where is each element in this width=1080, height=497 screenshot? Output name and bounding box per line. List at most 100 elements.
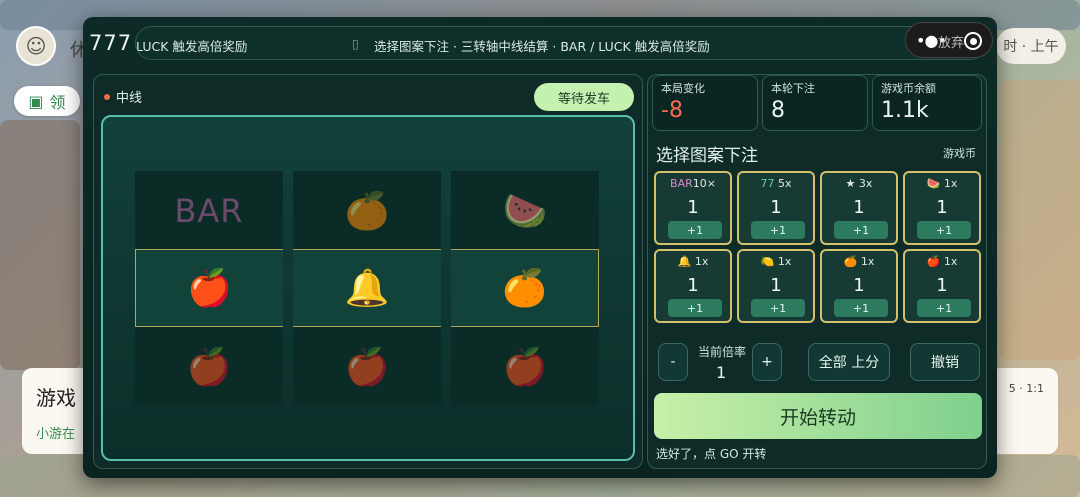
star-icon: ★ (845, 177, 856, 190)
add-bet-button[interactable]: +1 (834, 221, 888, 239)
bet-symbol: BAR10× (656, 177, 730, 190)
all-up-button[interactable]: 全部 上分 (808, 343, 890, 381)
bell-icon: 🔔 (293, 249, 441, 327)
bet-count: 1 (853, 275, 865, 296)
bar-symbol: BAR (135, 171, 283, 249)
bet-card-bar[interactable]: BAR10× 1 +1 (654, 171, 732, 245)
game-title: 777 (89, 31, 133, 55)
add-bet-button[interactable]: +1 (668, 221, 722, 239)
bet-card-orange[interactable]: 🍊 1x 1 +1 (820, 249, 898, 323)
bet-count: 1 (936, 197, 948, 218)
bet-multiplier: 1x (694, 255, 709, 268)
reels: BAR 🍎 🍎 🍊 🔔 🍎 🍉 🍊 🍎 (135, 171, 603, 407)
bet-symbol: 🔔 1x (656, 255, 730, 268)
seven-symbol: 77 (760, 177, 775, 190)
bet-multiplier: 1x (860, 255, 875, 268)
bet-count: 1 (687, 275, 699, 296)
payline-text: 中线 (116, 91, 143, 106)
bg-arcade-left (0, 120, 80, 370)
bet-count: 1 (853, 197, 865, 218)
reel-2: 🍊 🔔 🍎 (293, 171, 441, 407)
multiplier-value: 1 (716, 363, 727, 382)
balance-label: 游戏币余额 (881, 82, 936, 95)
bg-time: 时 · 上午 (996, 28, 1066, 64)
bet-symbol: 🍋 1x (739, 255, 813, 268)
orange-icon: 🍊 (293, 171, 441, 249)
claim-label: 领 (49, 93, 66, 112)
gift-icon: ▣ (28, 91, 44, 111)
bet-symbol: 🍎 1x (905, 255, 979, 268)
orange-icon: 🍊 (451, 249, 599, 327)
ticker-separator: ▯ (352, 36, 359, 51)
round-change-stat: 本局变化 -8 (652, 75, 758, 131)
bet-symbol: 🍉 1x (905, 177, 979, 190)
spin-button[interactable]: 开始转动 (654, 393, 982, 439)
watermelon-icon: 🍉 (451, 171, 599, 249)
bet-symbol: 🍊 1x (822, 255, 896, 268)
bet-symbol: ★ 3x (822, 177, 896, 190)
mini-program-capsule[interactable]: •●• 放弃 (905, 22, 993, 58)
bet-card-lemon[interactable]: 🍋 1x 1 +1 (737, 249, 815, 323)
bet-multiplier: 5x (777, 177, 792, 190)
bar-text: BAR (174, 191, 244, 230)
payline-dot-icon (104, 93, 110, 100)
add-bet-button[interactable]: +1 (917, 299, 971, 317)
bet-multiplier: 1x (943, 177, 958, 190)
bet-multiplier: 1x (777, 255, 792, 268)
current-bet-value: 8 (771, 98, 785, 123)
apple-icon: 🍎 (135, 249, 283, 327)
bet-card-star[interactable]: ★ 3x 1 +1 (820, 171, 898, 245)
watermelon-icon: 🍉 (926, 177, 941, 190)
ticker-text-b: 选择图案下注 · 三转轴中线结算 · BAR / LUCK 触发高倍奖励 (374, 39, 710, 54)
spin-hint: 选好了，点 GO 开转 (656, 447, 767, 461)
add-bet-button[interactable]: +1 (751, 299, 805, 317)
waiting-button[interactable]: 等待发车 (534, 83, 634, 111)
round-change-value: -8 (661, 98, 683, 123)
bg-right-card: 5 · 1:1 (990, 368, 1058, 454)
close-target-icon[interactable] (964, 32, 982, 50)
bet-multiplier: 10× (692, 177, 716, 190)
apple-icon: 🍎 (135, 327, 283, 405)
bet-multiplier: 1x (943, 255, 958, 268)
bet-card-77[interactable]: 77 5x 1 +1 (737, 171, 815, 245)
abandon-label[interactable]: 放弃 (938, 32, 964, 51)
bet-count: 1 (770, 275, 782, 296)
bet-card-bell[interactable]: 🔔 1x 1 +1 (654, 249, 732, 323)
slot-machine-modal: 777 LUCK 触发高倍奖励 ▯ 选择图案下注 · 三转轴中线结算 · BAR… (83, 17, 997, 478)
apple-icon: 🍎 (926, 255, 941, 268)
bar-symbol: BAR (670, 177, 693, 190)
add-bet-button[interactable]: +1 (834, 299, 888, 317)
round-change-label: 本局变化 (661, 82, 705, 95)
avatar[interactable]: ☺ (16, 26, 56, 66)
add-bet-button[interactable]: +1 (751, 221, 805, 239)
claim-pill[interactable]: ▣ 领 (14, 86, 80, 116)
bet-count: 1 (936, 275, 948, 296)
increase-multiplier-button[interactable]: + (752, 343, 782, 381)
orange-icon: 🍊 (843, 255, 858, 268)
add-bet-button[interactable]: +1 (917, 221, 971, 239)
balance-value: 1.1k (881, 98, 929, 123)
reel-panel: 中线 等待发车 BAR 🍎 🍎 🍊 🔔 🍎 🍉 🍊 🍎 (93, 74, 643, 469)
bet-panel: 本局变化 -8 本轮下注 8 游戏币余额 1.1k 选择图案下注 游戏币 BAR… (647, 74, 987, 469)
bell-icon: 🔔 (677, 255, 692, 268)
payline-label: 中线 (104, 87, 142, 106)
lemon-icon: 🍋 (760, 255, 775, 268)
bet-count: 1 (770, 197, 782, 218)
multiplier-label: 当前倍率 (698, 345, 747, 359)
bet-grid: BAR10× 1 +1 77 5x 1 +1 ★ 3x 1 +1 🍉 1x 1 … (654, 171, 982, 323)
decrease-multiplier-button[interactable]: - (658, 343, 688, 381)
apple-icon: 🍎 (293, 327, 441, 405)
bet-card-watermelon[interactable]: 🍉 1x 1 +1 (903, 171, 981, 245)
marquee-ticker: LUCK 触发高倍奖励 ▯ 选择图案下注 · 三转轴中线结算 · BAR / L… (135, 26, 987, 60)
reel-3: 🍉 🍊 🍎 (451, 171, 599, 407)
bet-title: 选择图案下注 (656, 146, 758, 166)
bet-card-apple[interactable]: 🍎 1x 1 +1 (903, 249, 981, 323)
reel-frame: BAR 🍎 🍎 🍊 🔔 🍎 🍉 🍊 🍎 (101, 115, 635, 461)
bet-count: 1 (687, 197, 699, 218)
current-bet-label: 本轮下注 (771, 82, 815, 95)
bg-arcade-right (1000, 80, 1080, 360)
undo-button[interactable]: 撤销 (910, 343, 980, 381)
balance-stat: 游戏币余额 1.1k (872, 75, 982, 131)
ticker-text-a: LUCK 触发高倍奖励 (136, 39, 248, 54)
add-bet-button[interactable]: +1 (668, 299, 722, 317)
